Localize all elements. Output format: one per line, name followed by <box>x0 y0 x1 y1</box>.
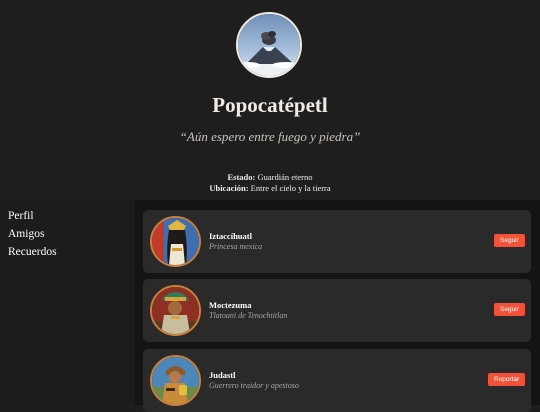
friend-card: Judastl Guerrero traidor y apestoso Repo… <box>143 349 531 412</box>
status-value: Guardián eterno <box>257 172 313 182</box>
friend-card: Iztaccíhuatl Princesa mexica Seguir <box>143 210 531 273</box>
page-title: Popocatépetl <box>212 93 328 117</box>
sidebar: Perfil Amigos Recuerdos <box>0 200 135 405</box>
friend-subtitle: Guerrero traidor y apestoso <box>209 381 299 390</box>
location-value: Entre el cielo y la tierra <box>250 183 331 193</box>
status-label: Estado: <box>227 172 256 182</box>
sidebar-nav: Perfil Amigos Recuerdos <box>0 207 57 261</box>
sidebar-item-recuerdos[interactable]: Recuerdos <box>0 243 57 261</box>
friends-list: Iztaccíhuatl Princesa mexica Seguir Moct… <box>135 200 540 412</box>
friend-subtitle: Princesa mexica <box>209 242 263 251</box>
report-button[interactable]: Reportar <box>488 373 526 386</box>
friend-avatar <box>150 285 201 336</box>
status-line: Estado: Guardián eterno <box>0 172 540 183</box>
emperor-portrait <box>152 287 199 334</box>
location-line: Ubicación: Entre el cielo y la tierra <box>0 183 540 194</box>
location-label: Ubicación: <box>209 183 249 193</box>
warrior-portrait <box>152 357 199 404</box>
follow-button[interactable]: Seguir <box>494 303 525 316</box>
profile-quote: “Aún espero entre fuego y piedra” <box>179 129 361 144</box>
friend-name: Moctezuma <box>209 300 252 310</box>
friend-avatar <box>150 216 201 267</box>
friend-card: Moctezuma Tlatoani de Tenochtitlan Segui… <box>143 279 531 342</box>
profile-avatar <box>236 12 302 78</box>
sidebar-item-amigos[interactable]: Amigos <box>0 225 57 243</box>
sidebar-item-perfil[interactable]: Perfil <box>0 207 57 225</box>
friend-name: Judastl <box>209 370 236 380</box>
profile-info: Estado: Guardián eterno Ubicación: Entre… <box>0 172 540 194</box>
profile-header: Popocatépetl “Aún espero entre fuego y p… <box>0 0 540 200</box>
princess-portrait <box>152 218 199 265</box>
friend-avatar <box>150 355 201 406</box>
volcano-image <box>238 14 300 76</box>
friend-subtitle: Tlatoani de Tenochtitlan <box>209 311 288 320</box>
follow-button[interactable]: Seguir <box>494 234 525 247</box>
friend-name: Iztaccíhuatl <box>209 231 252 241</box>
